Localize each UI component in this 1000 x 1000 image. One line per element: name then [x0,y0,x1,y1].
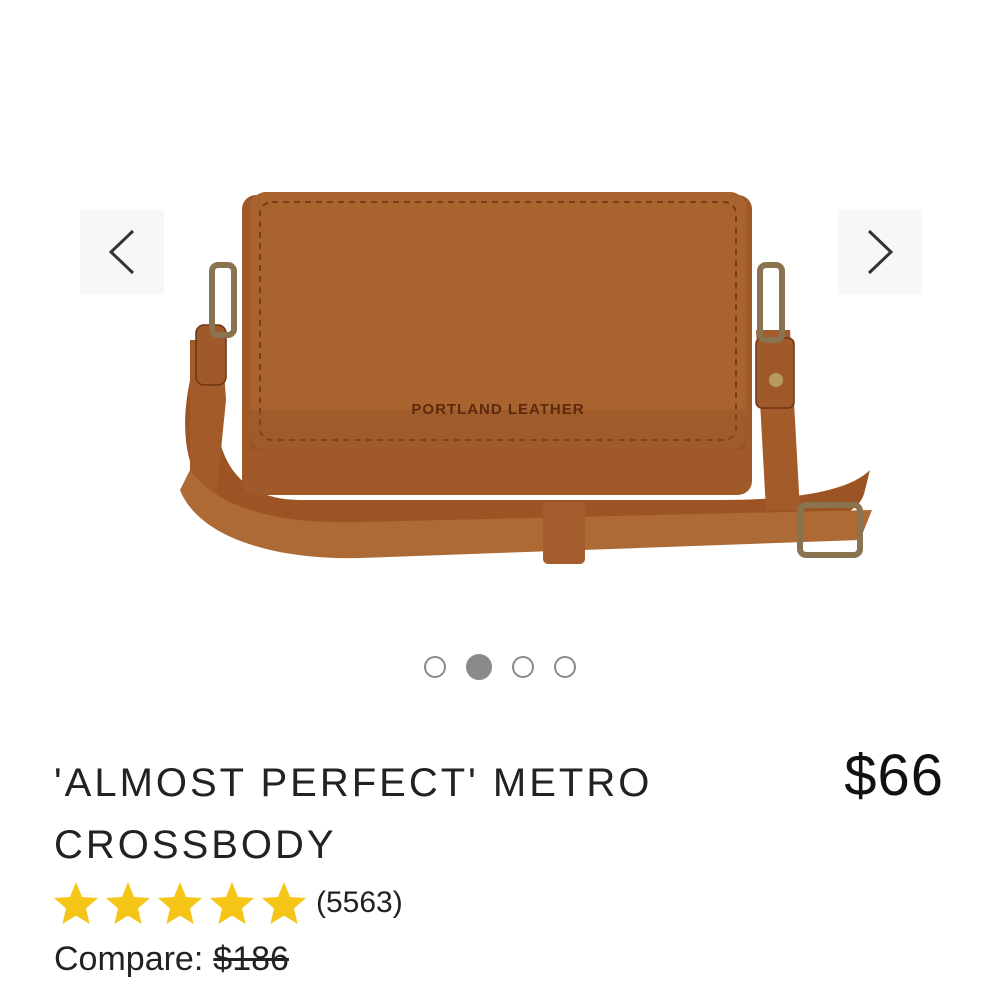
carousel-dot-1[interactable] [424,656,446,678]
compare-label: Compare: [54,940,204,978]
product-page: PORTLAND LEATHER 'ALMOST PERFECT' METRO … [0,0,1000,1000]
compare-price-row: Compare: $186 [54,940,289,979]
star-icon [104,880,152,926]
star-icon [156,880,204,926]
carousel-dot-2[interactable] [466,654,492,680]
product-image[interactable]: PORTLAND LEATHER [160,170,880,590]
chevron-right-icon [867,229,894,275]
product-title: 'ALMOST PERFECT' METRO CROSSBODY [54,761,653,867]
carousel-dot-3[interactable] [512,656,534,678]
brand-stamp: PORTLAND LEATHER [411,401,584,418]
star-icon [52,880,100,926]
product-price: $66 [844,743,944,808]
previous-image-button[interactable] [80,210,164,294]
carousel-dot-4[interactable] [554,656,576,678]
next-image-button[interactable] [838,210,922,294]
product-gallery: PORTLAND LEATHER [0,0,1000,680]
star-icon [260,880,308,926]
chevron-left-icon [108,229,135,275]
rating-row[interactable]: (5563) [52,878,403,928]
star-icon [208,880,256,926]
carousel-dots [0,654,1000,680]
compare-price: $186 [213,940,289,978]
review-count[interactable]: (5563) [316,886,403,920]
star-rating [52,880,308,926]
